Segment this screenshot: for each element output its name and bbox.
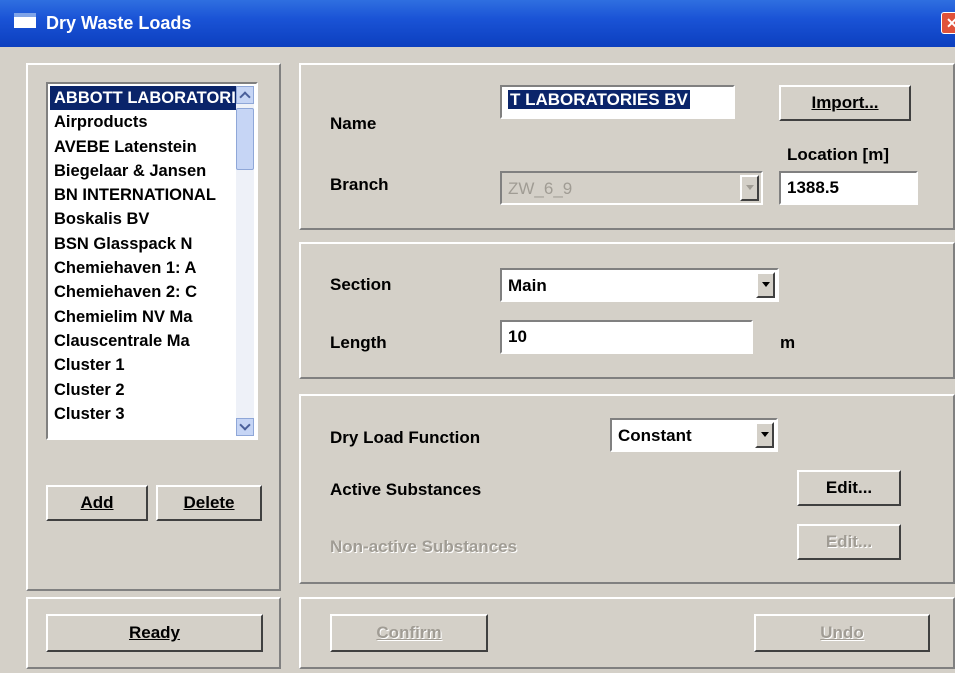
- undo-button-label: Undo: [820, 623, 864, 642]
- dry-load-function-combo[interactable]: Constant: [610, 418, 778, 452]
- scroll-down-button[interactable]: [236, 418, 254, 436]
- list-item[interactable]: Biegelaar & Jansen: [50, 159, 238, 183]
- section-value: Main: [508, 276, 547, 295]
- delete-button-label: Delete: [183, 493, 235, 512]
- close-icon[interactable]: ✕: [941, 12, 955, 34]
- loads-listbox[interactable]: ABBOTT LABORATORIES BVAirproductsAVEBE L…: [46, 82, 258, 440]
- list-item[interactable]: Cluster 1: [50, 353, 238, 377]
- title-bar[interactable]: Dry Waste Loads ✕: [0, 0, 955, 47]
- window-title: Dry Waste Loads: [46, 13, 192, 33]
- length-value: 10: [508, 327, 527, 346]
- chevron-up-icon: [239, 91, 251, 103]
- section-panel: [299, 242, 955, 379]
- edit-active-substances-button[interactable]: Edit...: [797, 470, 901, 506]
- non-active-substances-label: Non-active Substances: [330, 537, 518, 556]
- delete-button[interactable]: Delete: [156, 485, 262, 521]
- import-button-label: Import...: [811, 93, 879, 112]
- list-item[interactable]: AVEBE Latenstein: [50, 135, 238, 159]
- name-label: Name: [330, 114, 377, 133]
- branch-label: Branch: [330, 175, 389, 194]
- name-field[interactable]: T LABORATORIES BV: [500, 85, 735, 119]
- list-item[interactable]: Cluster 3: [50, 402, 238, 426]
- section-dropdown-icon[interactable]: [756, 272, 775, 298]
- list-item[interactable]: Chemiehaven 1: A: [50, 256, 238, 280]
- chevron-down-icon: [239, 419, 251, 431]
- list-item[interactable]: Clauscentrale Ma: [50, 329, 238, 353]
- list-item[interactable]: BSN Glasspack N: [50, 232, 238, 256]
- branch-dropdown-icon[interactable]: [740, 175, 759, 201]
- list-item[interactable]: Airproducts: [50, 110, 238, 134]
- scroll-up-button[interactable]: [236, 86, 254, 104]
- length-field[interactable]: 10: [500, 320, 753, 354]
- loads-list-items: ABBOTT LABORATORIES BVAirproductsAVEBE L…: [50, 86, 238, 438]
- dry-waste-loads-window: Dry Waste Loads ✕ ABBOTT LABORATORIES BV…: [0, 0, 955, 673]
- undo-button[interactable]: Undo: [754, 614, 930, 652]
- dry-load-function-dropdown-icon[interactable]: [755, 422, 774, 448]
- list-item[interactable]: ABBOTT LABORATORIES BV: [50, 86, 238, 111]
- location-field[interactable]: 1388.5: [779, 171, 918, 205]
- length-label: Length: [330, 333, 387, 352]
- window-icon[interactable]: [14, 13, 36, 28]
- section-combo[interactable]: Main: [500, 268, 779, 302]
- ready-button-label: Ready: [128, 623, 181, 642]
- location-value: 1388.5: [787, 178, 839, 197]
- import-button[interactable]: Import...: [779, 85, 911, 121]
- name-value: T LABORATORIES BV: [508, 90, 690, 109]
- list-scrollbar[interactable]: [236, 86, 254, 436]
- edit-active-label: Edit...: [825, 478, 873, 497]
- section-label: Section: [330, 275, 392, 294]
- list-item[interactable]: Boskalis BV: [50, 207, 238, 231]
- scroll-thumb[interactable]: [236, 108, 254, 170]
- confirm-button[interactable]: Confirm: [330, 614, 488, 652]
- branch-combo[interactable]: ZW_6_9: [500, 171, 763, 205]
- location-label: Location [m]: [787, 145, 889, 164]
- branch-value: ZW_6_9: [508, 179, 573, 198]
- list-item[interactable]: BN INTERNATIONAL: [50, 183, 238, 207]
- length-unit: m: [780, 333, 796, 352]
- edit-nonactive-substances-button[interactable]: Edit...: [797, 524, 901, 560]
- list-item[interactable]: Cluster 2: [50, 378, 238, 402]
- ready-button[interactable]: Ready: [46, 614, 263, 652]
- add-button-label: Add: [80, 493, 114, 512]
- list-item[interactable]: Chemiehaven 2: C: [50, 280, 238, 304]
- confirm-button-label: Confirm: [376, 623, 442, 642]
- edit-nonactive-label: Edit...: [825, 532, 873, 551]
- active-substances-label: Active Substances: [330, 480, 482, 499]
- list-item[interactable]: Chemielim NV Ma: [50, 305, 238, 329]
- add-button[interactable]: Add: [46, 485, 148, 521]
- dry-load-function-value: Constant: [618, 426, 692, 445]
- dry-load-function-label: Dry Load Function: [330, 428, 481, 447]
